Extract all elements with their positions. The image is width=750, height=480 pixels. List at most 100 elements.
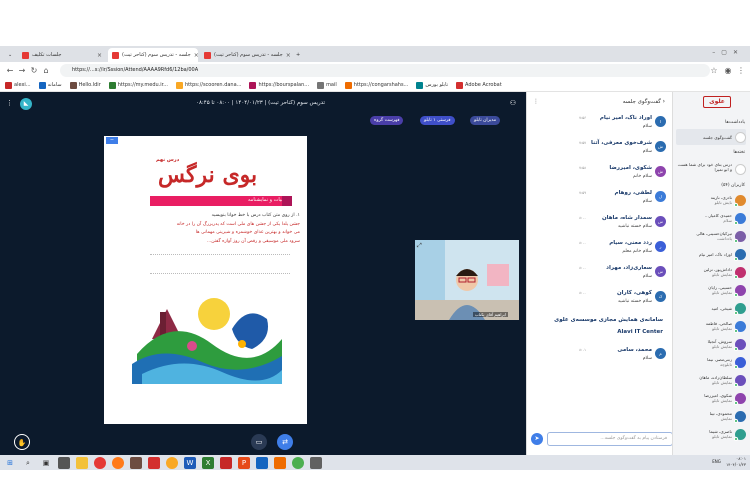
- star-icon[interactable]: ☆: [708, 65, 720, 77]
- participants-sidebar: علوی یادداشت‌ها گفت‌وگوی جلسه تخته‌ها در…: [672, 92, 750, 455]
- message-author: سعاری‌زاد، مهراد: [606, 265, 652, 271]
- window-controls[interactable]: –▢✕: [712, 49, 744, 56]
- menu-icon[interactable]: ⋮: [735, 65, 747, 77]
- participant-item[interactable]: داداش‌پور، ترلین نمایش تابلو: [676, 264, 746, 280]
- webcam-video[interactable]: ابراهیم آقای بکتاب ⤢: [415, 240, 519, 320]
- bookmark-6[interactable]: mail: [317, 81, 337, 89]
- message-author: لطفی، روهام: [614, 190, 652, 196]
- send-button[interactable]: ➤: [531, 433, 543, 445]
- online-status-icon: [734, 256, 738, 261]
- search-icon[interactable]: ⌕: [22, 457, 34, 469]
- bookmark-0[interactable]: alexi...: [5, 81, 31, 89]
- chevron-right-icon[interactable]: ›: [663, 98, 665, 105]
- participant-status: تابلوچه: [720, 362, 732, 367]
- tab-1[interactable]: جلسه - تدریس سوم (کناحر تیت) ×: [108, 48, 198, 62]
- app-icon[interactable]: [148, 456, 160, 469]
- message-text: سلام خسته نباشید: [617, 224, 652, 229]
- more-icon[interactable]: ⋮: [533, 96, 539, 108]
- app-icon[interactable]: [310, 456, 322, 469]
- task-view-icon[interactable]: ▣: [40, 457, 52, 469]
- tab-0[interactable]: جلسات تکلیف ×: [18, 48, 106, 62]
- screen-share-button[interactable]: ⇄: [277, 434, 293, 450]
- more-icon[interactable]: ⋮: [6, 99, 13, 107]
- message-text: سلام: [642, 274, 652, 279]
- chat-input[interactable]: فرستادن پیام به گفت‌وگوی جلسه...: [547, 432, 673, 446]
- app-icon[interactable]: [256, 456, 268, 469]
- participant-item[interactable]: ناصری، شیما نمایش تابلو: [676, 426, 746, 442]
- participant-item[interactable]: حمیدی کامیار... سلام: [676, 210, 746, 226]
- chat-input-placeholder: فرستادن پیام به گفت‌وگوی جلسه...: [600, 436, 667, 441]
- forward-icon[interactable]: →: [16, 65, 28, 77]
- online-status-icon: [734, 364, 738, 369]
- reload-icon[interactable]: ↻: [28, 65, 40, 77]
- participant-item[interactable]: حسینی، رایان نمایش تابلو: [676, 282, 746, 298]
- pill-group-list[interactable]: فهرست گروه: [370, 116, 404, 125]
- participant-label: نادری، نارینه نایش تابلو: [676, 195, 732, 205]
- bookmark-4[interactable]: https://scooren.dana...: [176, 81, 241, 89]
- tab-2[interactable]: جلسه - تدریس سوم (کناحر تیت) ×: [200, 48, 290, 62]
- url-input[interactable]: https://...s://ir/Sssion/Attend/AAAA9Rfd…: [60, 64, 710, 77]
- bookmark-3[interactable]: https://my.medu.ir...: [108, 81, 168, 89]
- app-icon[interactable]: [274, 456, 286, 469]
- tab-strip-icon[interactable]: ⌄: [4, 48, 16, 62]
- folder-icon[interactable]: [76, 456, 88, 469]
- home-icon[interactable]: ⌂: [40, 65, 52, 77]
- user-icon[interactable]: ⚇: [510, 99, 516, 107]
- windows-start-icon[interactable]: ⊞: [4, 457, 16, 469]
- bookmark-2[interactable]: Hello.ldir: [69, 81, 101, 89]
- bookmark-9[interactable]: Adobe Acrobat: [456, 81, 502, 89]
- app-icon[interactable]: [130, 456, 142, 469]
- participant-item[interactable]: سروش، آنجیلا نمایش تابلو: [676, 336, 746, 352]
- participant-item[interactable]: شیخی، امید: [676, 300, 746, 316]
- excel-icon[interactable]: X: [202, 456, 214, 469]
- powerpoint-icon[interactable]: P: [238, 456, 250, 469]
- pill-label: فهرست گروه: [374, 118, 400, 123]
- back-icon[interactable]: ←: [4, 65, 16, 77]
- participant-item[interactable]: سلطان‌زاده، ماهان نمایش تابلو: [676, 372, 746, 388]
- message-text: سلام خانم معلم: [622, 249, 652, 254]
- pill-board-1[interactable]: فرستی ۱ تابلو: [420, 116, 455, 125]
- participant-item[interactable]: زنتی‌مصر، نیما تابلوچه: [676, 354, 746, 370]
- message-author: ردد معنی، سیام: [609, 240, 652, 246]
- firefox-icon[interactable]: [112, 456, 124, 469]
- app-icon[interactable]: [292, 456, 304, 469]
- participant-label: شیخی، امید: [676, 306, 732, 311]
- system-message: سامانه‌ی همایش مجازی موسسه‌ی علوی Alavi …: [533, 314, 669, 342]
- bookmark-7[interactable]: https://congarshahs...: [344, 81, 408, 89]
- app-icon[interactable]: [166, 456, 178, 469]
- chrome-icon[interactable]: [94, 456, 106, 469]
- word-icon[interactable]: W: [184, 456, 196, 469]
- participant-item[interactable]: اوراد ناک، امیر نیام: [676, 246, 746, 262]
- participant-item[interactable]: محمودی، تینا نمایش: [676, 408, 746, 424]
- close-icon[interactable]: ×: [194, 52, 198, 59]
- message-time: ۷:۵۷: [579, 141, 586, 145]
- expand-icon[interactable]: ⤢: [417, 242, 422, 250]
- message-author: سمدار شاه، ماهان: [601, 215, 652, 221]
- close-icon[interactable]: ×: [97, 52, 102, 59]
- acrobat-icon[interactable]: [220, 456, 232, 469]
- section-whiteboards: تخته‌ها: [733, 150, 745, 155]
- sidebar-item-chat[interactable]: گفت‌وگوی جلسه: [676, 129, 746, 145]
- participant-item[interactable]: تیرکیان‌حسینی، هالی یادداشت: [676, 228, 746, 244]
- bookmark-label: تابلو بورس: [425, 82, 448, 88]
- participant-item[interactable]: صالحی، فاطمه نمایش تابلو: [676, 318, 746, 334]
- app-icon[interactable]: [58, 456, 70, 469]
- new-tab-button[interactable]: +: [292, 48, 304, 62]
- bookmark-label: Adobe Acrobat: [465, 82, 502, 88]
- pill-board-admins[interactable]: مدیران تابلو: [470, 116, 501, 125]
- profile-icon[interactable]: ◉: [722, 65, 734, 77]
- camera-toggle-button[interactable]: ▭: [251, 434, 267, 450]
- tab-label: جلسه - تدریس سوم (کناحر تیت): [214, 52, 283, 58]
- app-logo-icon[interactable]: ◣: [20, 98, 32, 110]
- system-subtitle: Alavi IT Center: [617, 329, 663, 335]
- system-tray[interactable]: ENG ۰۸:۰۱ ۱۴۰۴/۰۱/۲۳: [712, 456, 746, 468]
- participant-item[interactable]: نادری، نارینه نایش تابلو: [676, 192, 746, 208]
- bookmark-8[interactable]: تابلو بورس: [416, 81, 448, 89]
- close-icon[interactable]: ×: [286, 52, 290, 59]
- bookmark-1[interactable]: سامانه: [38, 81, 62, 89]
- bookmark-5[interactable]: https://bourspalan...: [249, 81, 309, 89]
- sidebar-item-whiteboard[interactable]: درس بتای خود برای شما هست و ابو تمیرا: [676, 160, 746, 178]
- hand-raise-button[interactable]: ✋: [14, 434, 30, 450]
- participant-item[interactable]: شکوی، امیررضا نمایش تابلو: [676, 390, 746, 406]
- slide-menu-button[interactable]: −: [106, 137, 118, 144]
